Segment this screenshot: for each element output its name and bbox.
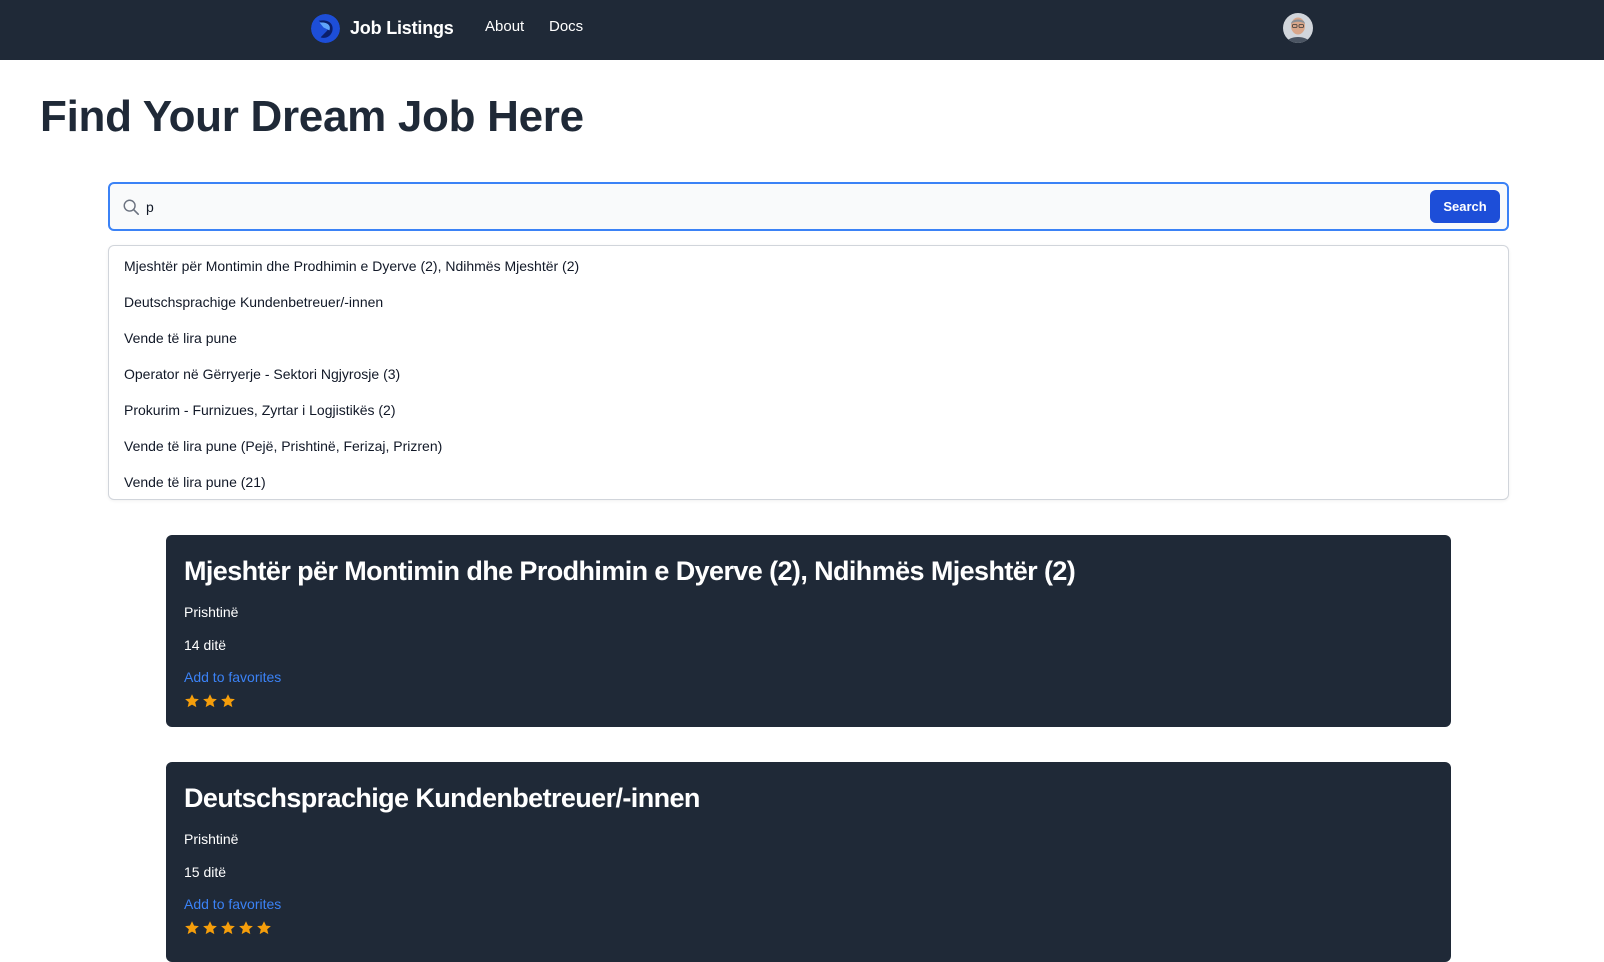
navbar: Job Listings About Docs	[0, 0, 1604, 60]
search-button[interactable]: Search	[1430, 190, 1500, 223]
job-title: Deutschsprachige Kundenbetreuer/-innen	[184, 783, 700, 813]
job-card: Deutschsprachige Kundenbetreuer/-innen P…	[166, 762, 1451, 962]
user-avatar[interactable]	[1283, 13, 1313, 43]
nav-link-about[interactable]: About	[485, 18, 524, 35]
job-age: 14 ditë	[184, 637, 227, 653]
job-title: Mjeshtër për Montimin dhe Prodhimin e Dy…	[184, 556, 1076, 586]
brand-name: Job Listings	[350, 17, 454, 38]
search-input[interactable]	[146, 192, 1396, 221]
star-icon	[221, 694, 235, 708]
suggestion-item[interactable]: Vende të lira pune (21)	[109, 464, 1508, 500]
nav-link-docs[interactable]: Docs	[549, 18, 583, 35]
job-card: Mjeshtër për Montimin dhe Prodhimin e Dy…	[166, 535, 1451, 727]
suggestion-item[interactable]: Operator në Gërryerje - Sektori Ngjyrosj…	[109, 356, 1508, 392]
suggestion-item[interactable]: Mjeshtër për Montimin dhe Prodhimin e Dy…	[109, 248, 1508, 284]
page-title: Find Your Dream Job Here	[40, 92, 584, 141]
job-location: Prishtinë	[184, 604, 239, 620]
job-age: 15 ditë	[184, 864, 227, 880]
star-icon	[185, 694, 199, 708]
star-rating	[184, 693, 1433, 711]
search-box: Search	[108, 182, 1509, 231]
star-rating	[184, 920, 1433, 938]
star-icon	[203, 694, 217, 708]
suggestion-item[interactable]: Deutschsprachige Kundenbetreuer/-innen	[109, 284, 1508, 320]
job-location: Prishtinë	[184, 831, 239, 847]
add-to-favorites-link[interactable]: Add to favorites	[184, 895, 281, 913]
brand-logo-icon	[311, 13, 340, 43]
add-to-favorites-link[interactable]: Add to favorites	[184, 668, 281, 686]
suggestions-dropdown: Mjeshtër për Montimin dhe Prodhimin e Dy…	[108, 245, 1509, 500]
search-icon	[123, 199, 140, 216]
suggestion-item[interactable]: Vende të lira pune (Pejë, Prishtinë, Fer…	[109, 428, 1508, 464]
brand-link[interactable]: Job Listings	[311, 13, 454, 43]
suggestion-item[interactable]: Prokurim - Furnizues, Zyrtar i Logjistik…	[109, 392, 1508, 428]
avatar-image	[1283, 13, 1313, 43]
suggestion-item[interactable]: Vende të lira pune	[109, 320, 1508, 356]
